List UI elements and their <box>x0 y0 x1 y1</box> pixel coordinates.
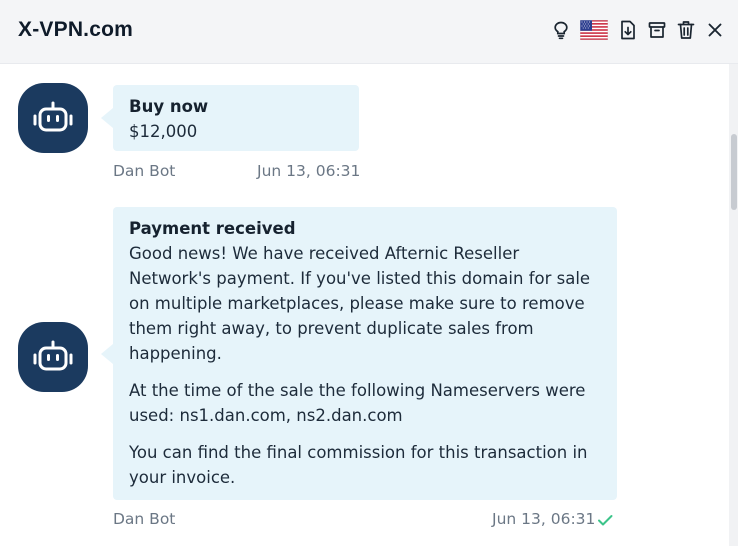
message-paragraph: Good news! We have received Afternic Res… <box>129 244 591 363</box>
message-bubble: Buy now $12,000 <box>101 85 359 151</box>
message-timestamp: Jun 13, 06:31 <box>257 162 361 180</box>
us-flag-icon[interactable] <box>580 20 608 40</box>
message-title: Payment received <box>129 219 296 238</box>
header-actions <box>543 18 726 42</box>
lightbulb-icon[interactable] <box>550 18 572 42</box>
close-icon[interactable] <box>704 18 726 42</box>
bot-avatar <box>18 83 88 153</box>
bot-avatar <box>18 322 88 392</box>
message-bubble: Payment received Good news! We have rece… <box>101 207 617 500</box>
trash-icon[interactable] <box>675 18 697 42</box>
message-body: $12,000 <box>129 122 198 141</box>
message-paragraph: You can find the final commission for th… <box>129 443 588 487</box>
scrollbar-thumb[interactable] <box>731 134 737 210</box>
archive-icon[interactable] <box>646 18 668 42</box>
scrollbar[interactable] <box>729 64 738 546</box>
chat-title: X-VPN.com <box>18 18 133 41</box>
message-timestamp: Jun 13, 06:31 <box>492 510 596 528</box>
read-check-icon <box>598 514 613 525</box>
download-icon[interactable] <box>617 18 639 42</box>
message-meta-right: Jun 13, 06:31 <box>492 510 613 528</box>
chat-header: X-VPN.com <box>0 0 738 64</box>
robot-icon <box>33 101 73 132</box>
message-sender: Dan Bot <box>113 510 176 528</box>
robot-icon <box>33 340 73 371</box>
message-paragraph: At the time of the sale the following Na… <box>129 381 586 425</box>
message-title: Buy now <box>129 97 209 116</box>
message-sender: Dan Bot <box>113 162 176 180</box>
